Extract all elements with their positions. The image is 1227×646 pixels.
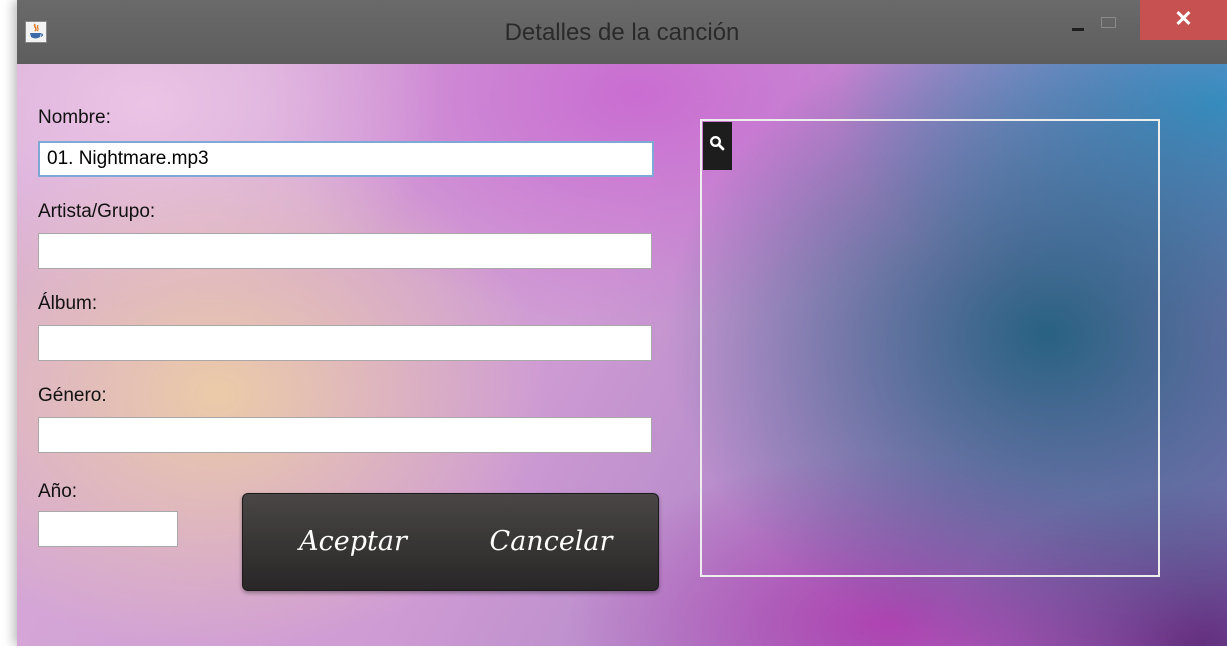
cancel-button[interactable]: Cancelar [461, 494, 641, 590]
genero-label: Género: [38, 385, 107, 406]
nombre-field[interactable] [38, 141, 654, 177]
anio-label: Año: [38, 481, 78, 502]
search-icon[interactable] [703, 122, 732, 170]
artista-field[interactable] [38, 233, 652, 269]
anio-field[interactable] [38, 511, 178, 547]
title-bar[interactable]: Detalles de la canción ✕ [17, 0, 1227, 64]
artista-label: Artista/Grupo: [38, 201, 156, 222]
nombre-label: Nombre: [38, 107, 111, 128]
window-title: Detalles de la canción [504, 19, 740, 46]
maximize-icon[interactable] [1101, 17, 1116, 28]
accept-button[interactable]: Aceptar [263, 494, 443, 590]
minimize-icon[interactable] [1072, 28, 1084, 31]
song-details-window: Detalles de la canción ✕ Nombre: Artista… [17, 0, 1227, 646]
album-field[interactable] [38, 325, 652, 361]
dialog-content: Nombre: Artista/Grupo: Álbum: Género: Añ… [17, 64, 1227, 646]
button-panel: Aceptar Cancelar [242, 493, 659, 591]
genero-field[interactable] [38, 417, 652, 453]
album-label: Álbum: [38, 293, 98, 314]
album-art-frame[interactable] [700, 119, 1160, 577]
close-icon[interactable]: ✕ [1140, 0, 1227, 40]
